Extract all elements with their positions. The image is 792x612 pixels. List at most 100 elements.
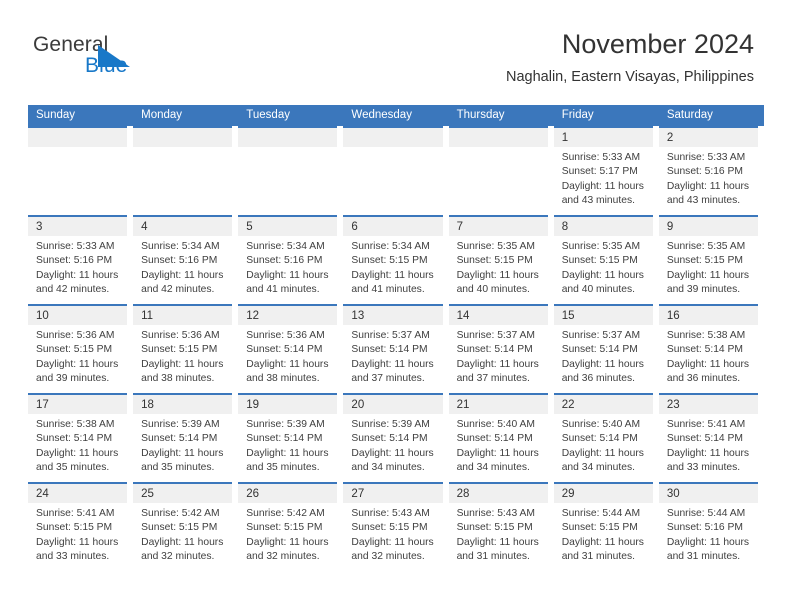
calendar-day-cell[interactable]: 23 Sunrise: 5:41 AM Sunset: 5:14 PM Dayligh… [658,393,764,482]
daylight-text: and 32 minutes. [141,551,215,563]
day-details: Sunrise: 5:44 AM Sunset: 5:15 PM Daylight:… [554,503,653,565]
day-number-band [28,128,128,147]
calendar-day-cell[interactable]: 2 Sunrise: 5:33 AM Sunset: 5:16 PM Daylight… [658,126,764,215]
calendar-day-cell[interactable]: 19 Sunrise: 5:39 AM Sunset: 5:14 PM Dayligh… [238,393,343,482]
daylight-text: Daylight: 11 hours [246,358,329,370]
day-number-band: 9 [658,217,758,236]
calendar-day-cell[interactable]: 16 Sunrise: 5:38 AM Sunset: 5:14 PM Dayligh… [658,304,764,393]
day-details [133,147,232,151]
title-block: November 2024 Naghalin, Eastern Visayas,… [506,28,754,86]
daylight-text: and 39 minutes. [666,284,741,296]
calendar-day-cell[interactable]: 27 Sunrise: 5:43 AM Sunset: 5:15 PM Dayligh… [343,482,448,571]
day-details: Sunrise: 5:35 AM Sunset: 5:15 PM Daylight:… [554,236,653,298]
daylight-text: Daylight: 11 hours [141,269,224,281]
calendar-day-cell[interactable]: 22 Sunrise: 5:40 AM Sunset: 5:14 PM Dayligh… [553,393,659,482]
calendar-day-cell[interactable]: 26 Sunrise: 5:42 AM Sunset: 5:15 PM Dayligh… [238,482,343,571]
day-number-band: 14 [448,306,548,325]
weekday-header-saturday: Saturday [666,109,713,121]
day-cell-inner: 26 Sunrise: 5:42 AM Sunset: 5:15 PM Dayligh… [238,482,338,571]
calendar-week-row: 10 Sunrise: 5:36 AM Sunset: 5:15 PM Dayligh… [28,304,764,393]
sunrise-text: Sunrise: 5:41 AM [666,419,746,430]
sunrise-text: Sunrise: 5:39 AM [141,419,220,430]
sunrise-text: Sunrise: 5:39 AM [351,419,430,430]
day-cell-inner: 18 Sunrise: 5:39 AM Sunset: 5:14 PM Dayligh… [133,393,233,482]
calendar-day-cell[interactable]: 11 Sunrise: 5:36 AM Sunset: 5:15 PM Dayligh… [133,304,238,393]
day-number-band: 18 [133,395,233,414]
day-number: 26 [246,488,260,500]
day-number-band: 7 [448,217,548,236]
generalblue-logo: General Blue [33,33,163,81]
day-number: 2 [666,132,674,144]
calendar-day-cell[interactable]: 4 Sunrise: 5:34 AM Sunset: 5:16 PM Daylight… [133,215,238,304]
calendar-day-cell[interactable]: 24 Sunrise: 5:41 AM Sunset: 5:15 PM Dayligh… [28,482,133,571]
day-cell-inner: 13 Sunrise: 5:37 AM Sunset: 5:14 PM Dayligh… [343,304,443,393]
day-cell-inner [28,126,128,215]
day-number-band: 28 [448,484,548,503]
daylight-text: Daylight: 11 hours [561,536,644,548]
calendar-day-cell[interactable]: 13 Sunrise: 5:37 AM Sunset: 5:14 PM Dayligh… [343,304,448,393]
sunset-text: Sunset: 5:14 PM [36,433,113,445]
daylight-text: and 34 minutes. [456,462,530,474]
day-details: Sunrise: 5:36 AM Sunset: 5:15 PM Daylight:… [28,325,127,387]
day-details: Sunrise: 5:39 AM Sunset: 5:14 PM Daylight:… [343,414,442,476]
daylight-text: and 43 minutes. [561,195,635,207]
sunset-text: Sunset: 5:15 PM [141,344,218,356]
sunrise-text: Sunrise: 5:41 AM [36,508,115,519]
day-number: 28 [456,488,470,500]
calendar-day-cell[interactable]: 20 Sunrise: 5:39 AM Sunset: 5:14 PM Dayligh… [343,393,448,482]
day-cell-inner: 10 Sunrise: 5:36 AM Sunset: 5:15 PM Dayligh… [28,304,128,393]
calendar-day-cell[interactable]: 8 Sunrise: 5:35 AM Sunset: 5:15 PM Daylight… [553,215,659,304]
calendar-day-cell[interactable]: 29 Sunrise: 5:44 AM Sunset: 5:15 PM Dayligh… [553,482,659,571]
calendar-day-cell[interactable]: 28 Sunrise: 5:43 AM Sunset: 5:15 PM Dayligh… [448,482,554,571]
calendar-day-cell[interactable]: 10 Sunrise: 5:36 AM Sunset: 5:15 PM Dayligh… [28,304,133,393]
daylight-text: Daylight: 11 hours [666,536,750,548]
calendar-day-cell[interactable]: 21 Sunrise: 5:40 AM Sunset: 5:14 PM Dayligh… [448,393,554,482]
calendar-day-cell[interactable]: 18 Sunrise: 5:39 AM Sunset: 5:14 PM Dayligh… [133,393,238,482]
weekday-header-wednesday: Wednesday [351,109,412,121]
calendar-day-cell[interactable]: 15 Sunrise: 5:37 AM Sunset: 5:14 PM Dayligh… [553,304,659,393]
day-number-band [238,128,338,147]
daylight-text: Daylight: 11 hours [666,358,750,370]
sunset-text: Sunset: 5:14 PM [456,344,533,356]
sunrise-text: Sunrise: 5:34 AM [351,241,430,252]
calendar-day-cell[interactable]: 17 Sunrise: 5:38 AM Sunset: 5:14 PM Dayligh… [28,393,133,482]
day-details: Sunrise: 5:35 AM Sunset: 5:15 PM Daylight:… [449,236,548,298]
day-number: 21 [456,399,470,411]
calendar-day-cell[interactable]: 1 Sunrise: 5:33 AM Sunset: 5:17 PM Daylight… [553,126,659,215]
daylight-text: Daylight: 11 hours [351,358,434,370]
sunrise-text: Sunrise: 5:33 AM [561,152,641,163]
calendar-day-cell[interactable]: 5 Sunrise: 5:34 AM Sunset: 5:16 PM Daylight… [238,215,343,304]
day-cell-inner: 28 Sunrise: 5:43 AM Sunset: 5:15 PM Dayligh… [448,482,548,571]
day-number-band: 25 [133,484,233,503]
day-number-band: 13 [343,306,443,325]
calendar-day-cell-empty [448,126,554,215]
daylight-text: Daylight: 11 hours [351,447,434,459]
calendar-day-cell[interactable]: 25 Sunrise: 5:42 AM Sunset: 5:15 PM Dayligh… [133,482,238,571]
day-details: Sunrise: 5:40 AM Sunset: 5:14 PM Daylight:… [554,414,653,476]
calendar-day-cell[interactable]: 14 Sunrise: 5:37 AM Sunset: 5:14 PM Dayligh… [448,304,554,393]
day-number-band: 24 [28,484,128,503]
daylight-text: and 31 minutes. [456,551,530,563]
daylight-text: and 36 minutes. [561,373,635,385]
daylight-text: Daylight: 11 hours [666,269,750,281]
calendar-day-cell[interactable]: 9 Sunrise: 5:35 AM Sunset: 5:15 PM Daylight… [658,215,764,304]
day-cell-inner: 2 Sunrise: 5:33 AM Sunset: 5:16 PM Daylight… [658,126,758,215]
sunrise-text: Sunrise: 5:35 AM [561,241,641,252]
calendar-day-cell[interactable]: 12 Sunrise: 5:36 AM Sunset: 5:14 PM Dayligh… [238,304,343,393]
day-details: Sunrise: 5:36 AM Sunset: 5:14 PM Daylight:… [238,325,337,387]
calendar-day-cell[interactable]: 30 Sunrise: 5:44 AM Sunset: 5:16 PM Dayligh… [658,482,764,571]
day-cell-inner: 12 Sunrise: 5:36 AM Sunset: 5:14 PM Dayligh… [238,304,338,393]
sunset-text: Sunset: 5:16 PM [666,166,743,178]
daylight-text: and 42 minutes. [36,284,110,296]
sunrise-text: Sunrise: 5:34 AM [141,241,220,252]
day-number-band: 29 [553,484,653,503]
calendar-day-cell[interactable]: 3 Sunrise: 5:33 AM Sunset: 5:16 PM Daylight… [28,215,133,304]
calendar-day-cell[interactable]: 7 Sunrise: 5:35 AM Sunset: 5:15 PM Daylight… [448,215,554,304]
sunset-text: Sunset: 5:14 PM [666,433,743,445]
day-number-band: 21 [448,395,548,414]
day-details [449,147,548,151]
calendar-day-cell[interactable]: 6 Sunrise: 5:34 AM Sunset: 5:15 PM Daylight… [343,215,448,304]
day-number-band: 15 [553,306,653,325]
daylight-text: Daylight: 11 hours [246,447,329,459]
daylight-text: Daylight: 11 hours [456,269,539,281]
